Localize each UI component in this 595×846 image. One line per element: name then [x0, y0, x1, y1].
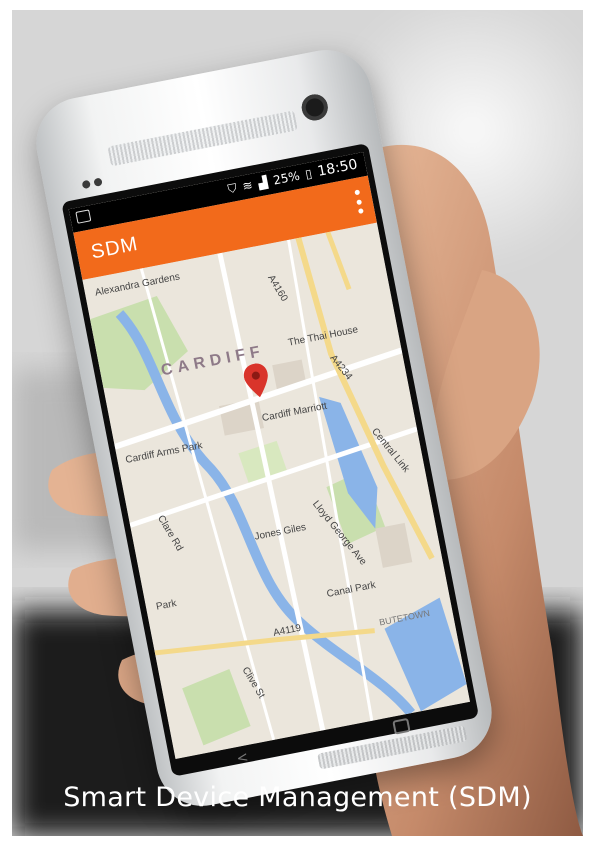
clock: 18:50 — [316, 156, 359, 180]
phone-screen: ⛉ ≋ ▟ 25% ▯ 18:50 SDM Alexandra Gardens … — [68, 152, 471, 759]
battery-percent: 25% — [272, 168, 301, 188]
hero-caption: Smart Device Management (SDM) — [63, 782, 532, 813]
signal-icon: ▟ — [257, 174, 269, 191]
smartphone: ⛉ ≋ ▟ 25% ▯ 18:50 SDM Alexandra Gardens … — [28, 42, 500, 814]
battery-icon: ▯ — [304, 166, 314, 182]
notification-icon — [75, 209, 92, 224]
app-title: SDM — [89, 232, 141, 264]
overflow-menu-icon[interactable] — [354, 189, 364, 214]
back-icon[interactable]: < — [235, 749, 250, 767]
wifi-icon: ≋ — [241, 177, 254, 194]
home-icon[interactable] — [392, 717, 411, 735]
shield-icon: ⛉ — [226, 180, 239, 197]
hero-image: ⛉ ≋ ▟ 25% ▯ 18:50 SDM Alexandra Gardens … — [12, 10, 583, 836]
